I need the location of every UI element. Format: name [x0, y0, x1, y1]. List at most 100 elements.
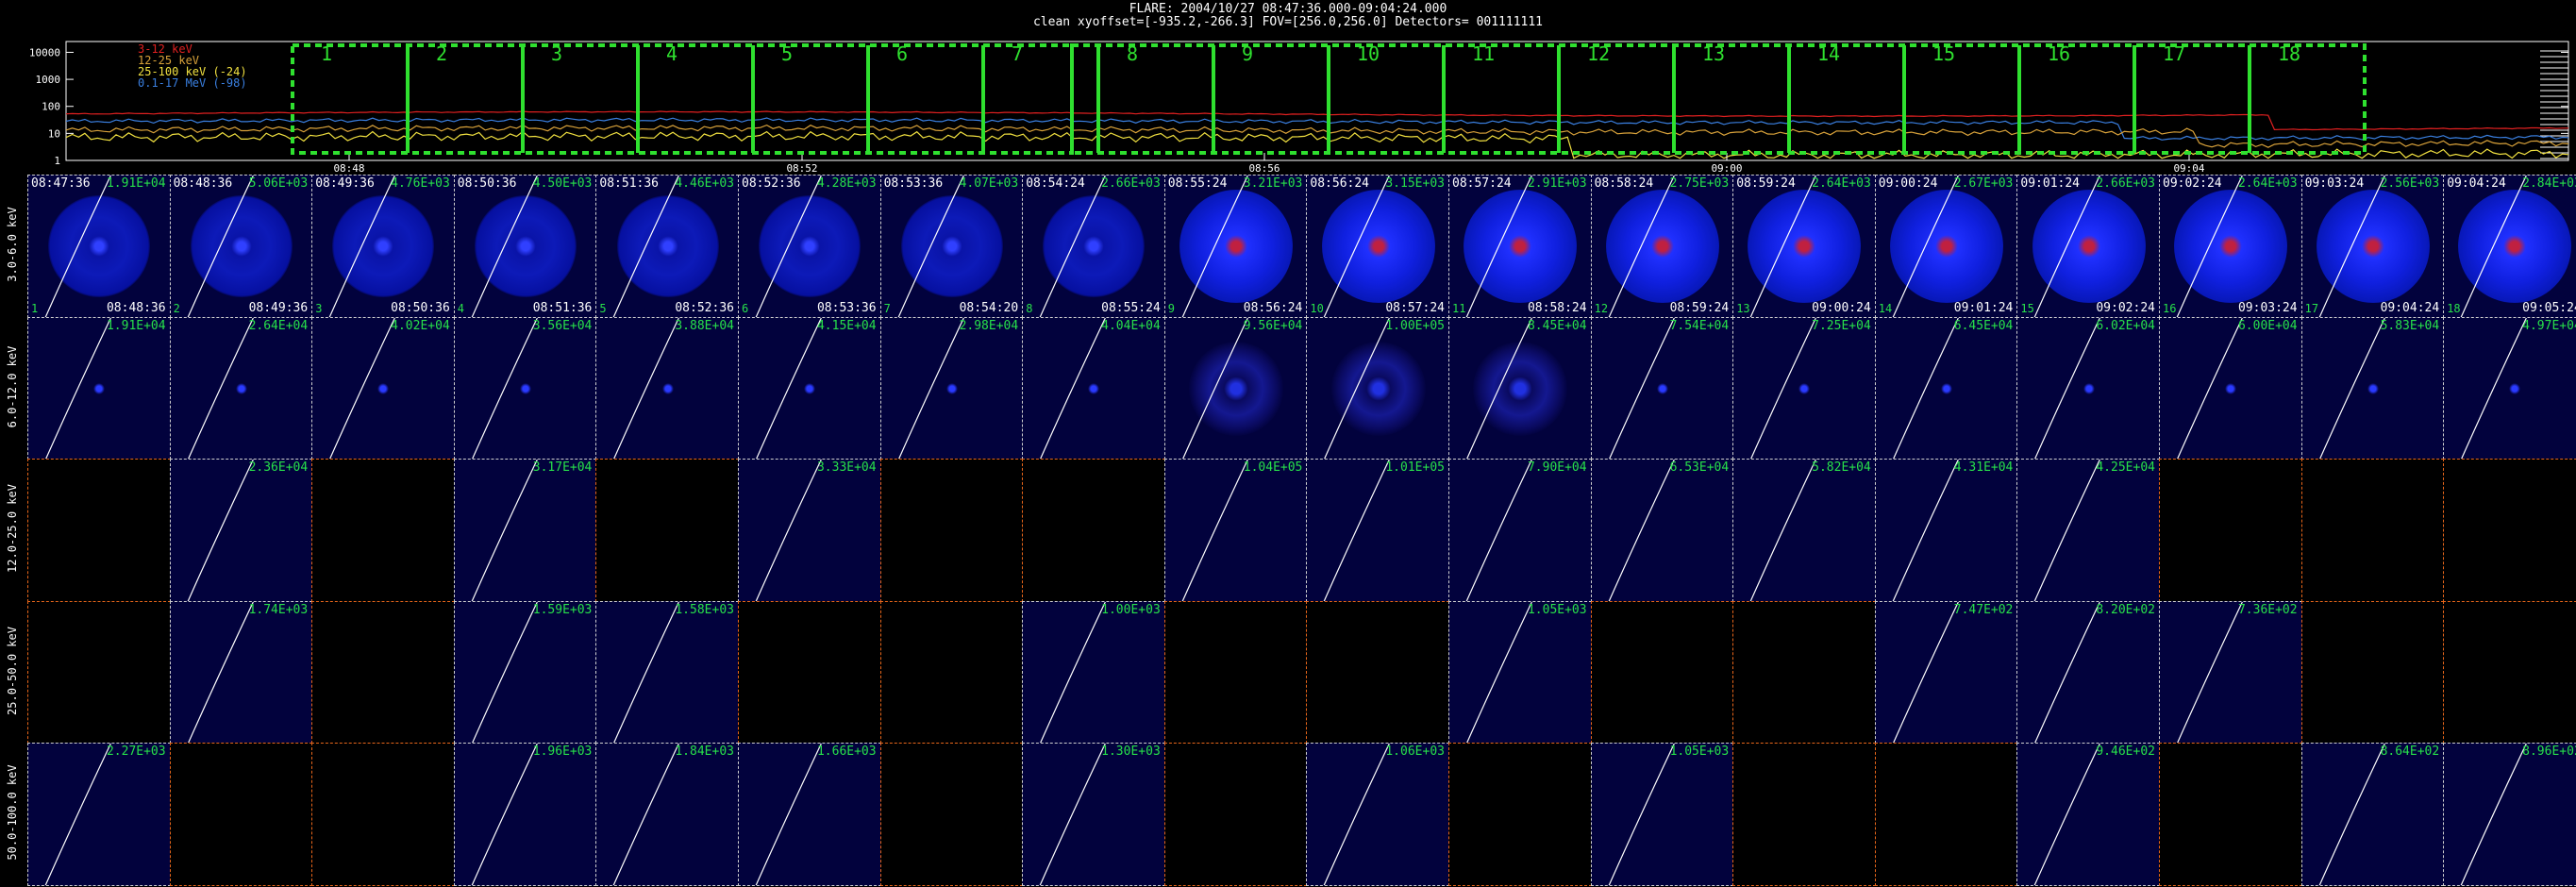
image-cell[interactable]: 4.15E+04 — [738, 316, 881, 460]
image-cell[interactable]: 8.96E+02 — [2443, 743, 2576, 886]
image-cell[interactable]: 1.59E+03 — [453, 600, 597, 744]
image-cell[interactable]: 7.54E+04 — [1590, 316, 1734, 460]
image-cell[interactable]: 08:47:36 08:48:36 1 1.91E+04 — [27, 175, 171, 318]
image-cell[interactable] — [738, 600, 881, 744]
image-cell[interactable]: 6.02E+04 — [2016, 316, 2160, 460]
image-cell[interactable] — [1874, 743, 2018, 886]
image-cell[interactable] — [311, 600, 455, 744]
image-cell[interactable]: 09:03:24 09:04:24 17 2.56E+03 — [2300, 175, 2445, 318]
image-cell[interactable]: 1.01E+05 — [1306, 459, 1449, 602]
image-cell[interactable] — [311, 459, 455, 602]
image-cell[interactable]: 1.00E+05 — [1306, 316, 1449, 460]
image-cell[interactable]: 4.25E+04 — [2016, 459, 2160, 602]
image-cell[interactable]: 08:57:24 08:58:24 11 2.91E+03 — [1448, 175, 1592, 318]
image-cell[interactable] — [879, 600, 1024, 744]
image-cell[interactable]: 6.45E+04 — [1874, 316, 2018, 460]
image-cell[interactable]: 1.58E+03 — [595, 600, 739, 744]
image-cell[interactable]: 9.56E+04 — [1163, 316, 1308, 460]
image-cell[interactable]: 5.82E+04 — [1732, 459, 1876, 602]
image-cell[interactable]: 2.64E+04 — [169, 316, 313, 460]
image-cell[interactable]: 1.05E+03 — [1448, 600, 1592, 744]
image-cell[interactable] — [311, 743, 455, 886]
lightcurve-series — [65, 124, 2569, 148]
image-cell[interactable]: 2.98E+04 — [879, 316, 1024, 460]
image-cell[interactable]: 08:55:24 08:56:24 9 3.21E+03 — [1163, 175, 1308, 318]
image-cell[interactable] — [1306, 600, 1449, 744]
image-cell[interactable] — [1732, 743, 1876, 886]
image-cell[interactable]: 1.30E+03 — [1022, 743, 1165, 886]
image-cell[interactable]: 1.74E+03 — [169, 600, 313, 744]
image-cell[interactable]: 7.36E+02 — [2159, 600, 2302, 744]
image-cell[interactable]: 08:58:24 08:59:24 12 2.75E+03 — [1590, 175, 1734, 318]
image-cell[interactable]: 08:53:36 08:54:20 7 4.07E+03 — [879, 175, 1024, 318]
peak-value: 2.64E+04 — [248, 318, 309, 333]
image-cell[interactable]: 08:52:36 08:53:36 6 4.28E+03 — [738, 175, 881, 318]
image-cell[interactable]: 08:51:36 08:52:36 5 4.46E+03 — [595, 175, 739, 318]
image-cell[interactable]: 09:00:24 09:01:24 14 2.67E+03 — [1874, 175, 2018, 318]
image-cell[interactable]: 08:59:24 09:00:24 13 2.64E+03 — [1732, 175, 1876, 318]
image-cell[interactable]: 1.06E+03 — [1306, 743, 1449, 886]
image-cell[interactable]: 6.00E+04 — [2159, 316, 2302, 460]
image-cell[interactable] — [879, 459, 1024, 602]
image-cell[interactable] — [2159, 459, 2302, 602]
image-cell[interactable] — [1163, 743, 1308, 886]
image-cell[interactable]: 1.96E+03 — [453, 743, 597, 886]
image-cell[interactable]: 2.36E+04 — [169, 459, 313, 602]
image-cell[interactable]: 08:50:36 08:51:36 4 4.50E+03 — [453, 175, 597, 318]
image-cell[interactable]: 2.27E+03 — [27, 743, 171, 886]
image-cell[interactable]: 08:54:24 08:55:24 8 2.66E+03 — [1022, 175, 1165, 318]
image-cell[interactable] — [1022, 459, 1165, 602]
image-cell[interactable] — [2159, 743, 2302, 886]
image-cell[interactable]: 1.84E+03 — [595, 743, 739, 886]
image-cell[interactable]: 09:04:24 09:05:24 18 2.84E+03 — [2443, 175, 2576, 318]
image-cell[interactable] — [1163, 600, 1308, 744]
image-cell[interactable] — [2443, 600, 2576, 744]
image-cell[interactable]: 09:01:24 09:02:24 15 2.66E+03 — [2016, 175, 2160, 318]
image-cell[interactable] — [2443, 459, 2576, 602]
image-cell[interactable]: 1.66E+03 — [738, 743, 881, 886]
image-cell[interactable] — [595, 459, 739, 602]
image-cell[interactable]: 6.53E+04 — [1590, 459, 1734, 602]
image-cell[interactable]: 5.83E+04 — [2300, 316, 2445, 460]
image-cell[interactable]: 8.45E+04 — [1448, 316, 1592, 460]
image-cell[interactable] — [1448, 743, 1592, 886]
image-cell[interactable] — [27, 459, 171, 602]
image-cell[interactable] — [27, 600, 171, 744]
image-cell[interactable]: 08:49:36 08:50:36 3 4.76E+03 — [311, 175, 455, 318]
image-cell[interactable]: 08:56:24 08:57:24 10 3.15E+03 — [1306, 175, 1449, 318]
image-cell[interactable]: 7.90E+04 — [1448, 459, 1592, 602]
image-cell[interactable]: 4.97E+04 — [2443, 316, 2576, 460]
image-cell[interactable]: 1.91E+04 — [27, 316, 171, 460]
solar-limb — [1465, 176, 1532, 317]
image-cell[interactable] — [879, 743, 1024, 886]
image-cell[interactable]: 1.04E+05 — [1163, 459, 1308, 602]
image-cell[interactable]: 3.17E+04 — [453, 459, 597, 602]
peak-value: 1.91E+04 — [106, 176, 166, 191]
image-cell[interactable]: 8.20E+02 — [2016, 600, 2160, 744]
image-cell[interactable]: 4.31E+04 — [1874, 459, 2018, 602]
image-cell[interactable]: 3.33E+04 — [738, 459, 881, 602]
image-cell[interactable]: 7.25E+04 — [1732, 316, 1876, 460]
image-cell[interactable]: 4.04E+04 — [1022, 316, 1165, 460]
image-cell[interactable]: 9.46E+02 — [2016, 743, 2160, 886]
solar-limb — [1750, 176, 1817, 317]
image-cell[interactable]: 4.02E+04 — [311, 316, 455, 460]
image-cell[interactable]: 1.00E+03 — [1022, 600, 1165, 744]
image-cell[interactable]: 3.56E+04 — [453, 316, 597, 460]
image-cell[interactable] — [2300, 600, 2445, 744]
image-cell[interactable]: 1.05E+03 — [1590, 743, 1734, 886]
image-cell[interactable]: 8.64E+02 — [2300, 743, 2445, 886]
image-cell[interactable]: 09:02:24 09:03:24 16 2.64E+03 — [2159, 175, 2302, 318]
image-cell[interactable]: 08:48:36 08:49:36 2 5.06E+03 — [169, 175, 313, 318]
x-tick-label: 08:52 — [786, 162, 817, 175]
image-cell[interactable]: 3.88E+04 — [595, 316, 739, 460]
image-cell[interactable]: 7.47E+02 — [1874, 600, 2018, 744]
image-cell[interactable] — [169, 743, 313, 886]
solar-limb — [471, 460, 538, 601]
image-cell[interactable] — [2300, 459, 2445, 602]
image-cell[interactable] — [1732, 600, 1876, 744]
interval-start-time: 08:51:36 — [599, 176, 660, 191]
image-cell[interactable] — [1590, 600, 1734, 744]
peak-value: 2.64E+03 — [1812, 176, 1871, 191]
peak-value: 4.50E+03 — [532, 176, 593, 191]
